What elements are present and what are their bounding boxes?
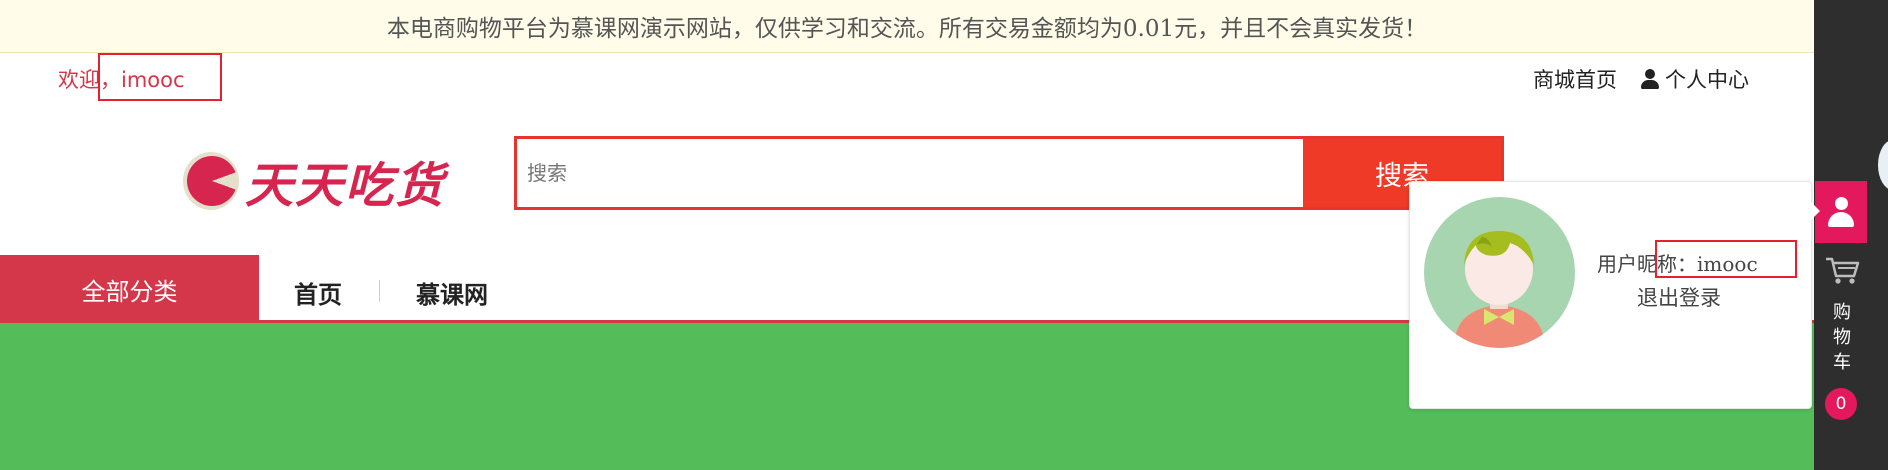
avatar-illustration <box>1454 231 1545 348</box>
site-notice-bar: 本电商购物平台为慕课网演示网站，仅供学习和交流。所有交易金额均为0.01元，并且… <box>0 0 1814 53</box>
nickname-row: 用户昵称：imooc <box>1597 240 1797 278</box>
avatar <box>1424 197 1575 348</box>
user-center-label: 个人中心 <box>1665 68 1749 92</box>
welcome-message: 欢迎，imooc <box>58 53 222 101</box>
nav-divider <box>379 280 380 302</box>
username-highlight-box <box>98 53 222 101</box>
search-bar: 搜索 <box>514 136 1504 210</box>
user-center-link[interactable]: 个人中心 <box>1641 64 1749 94</box>
logo-text: 天天吃货 <box>245 158 446 214</box>
site-logo[interactable]: 天天吃货 <box>183 146 445 216</box>
logo-mark-icon <box>183 152 239 210</box>
mall-home-link[interactable]: 商城首页 <box>1533 64 1617 94</box>
nav-item-home[interactable]: 首页 <box>294 275 342 310</box>
user-icon <box>1641 69 1659 89</box>
nickname-highlight-box <box>1655 240 1797 278</box>
cart-icon[interactable] <box>1824 254 1860 286</box>
popup-arrow <box>1811 202 1820 220</box>
user-info-popup: 用户昵称：imooc 退出登录 <box>1409 181 1820 409</box>
cart-label[interactable]: 购 物 车 <box>1824 300 1860 375</box>
top-links: 商城首页 个人中心 <box>1533 64 1749 94</box>
nav-item-imooc[interactable]: 慕课网 <box>416 275 488 310</box>
all-categories-button[interactable]: 全部分类 <box>0 255 259 323</box>
logout-link[interactable]: 退出登录 <box>1637 282 1721 312</box>
site-notice-text: 本电商购物平台为慕课网演示网站，仅供学习和交流。所有交易金额均为0.01元，并且… <box>386 16 1428 42</box>
sidebar-user-button[interactable] <box>1815 181 1867 243</box>
cart-count-badge: 0 <box>1825 388 1857 420</box>
user-icon <box>1828 197 1854 227</box>
search-input[interactable] <box>517 139 1303 207</box>
